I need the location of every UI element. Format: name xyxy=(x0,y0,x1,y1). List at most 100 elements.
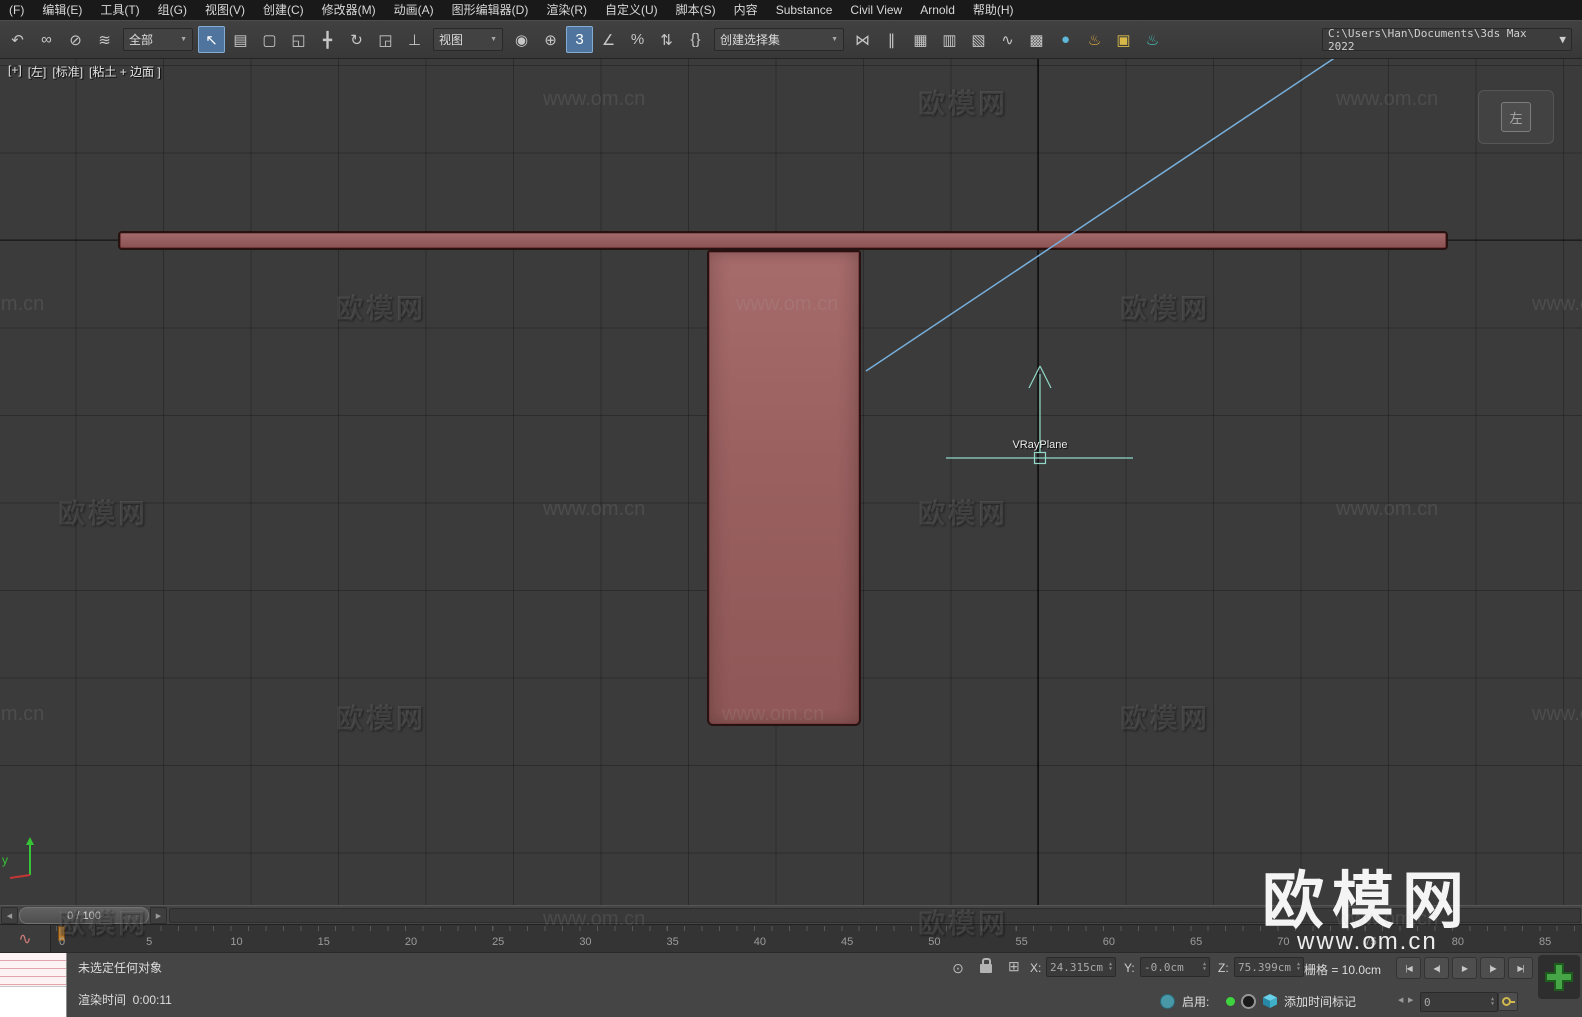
rendered-frame-icon[interactable]: ▣ xyxy=(1110,26,1137,53)
maxscript-mini-listener[interactable] xyxy=(0,953,67,1017)
menu-tools[interactable]: 工具(T) xyxy=(91,0,148,20)
time-slider[interactable]: ◀ 0 / 100 ▶ xyxy=(0,905,1582,925)
viewport[interactable]: VRayPlane [+][左][标准][粘土 + 边面 ] 左 y xyxy=(0,57,1582,905)
viewport-menu-standard[interactable]: [标准] xyxy=(52,63,83,80)
curve-editor-icon[interactable]: ∿ xyxy=(994,26,1021,53)
menu-graph-editors[interactable]: 图形编辑器(D) xyxy=(443,0,538,20)
track-bar[interactable]: ∿ 0510152025303540455055606570758085 xyxy=(0,924,1582,953)
menu-group[interactable]: 组(G) xyxy=(149,0,196,20)
indicator-ring-icon[interactable] xyxy=(1241,994,1256,1009)
window-crossing-icon[interactable]: ◱ xyxy=(285,26,312,53)
viewport-menu-view[interactable]: [左] xyxy=(28,63,47,80)
isolate-selection-icon[interactable]: ⊙ xyxy=(948,958,968,978)
track-tick-65: 65 xyxy=(1190,936,1202,948)
time-slider-handle[interactable]: 0 / 100 xyxy=(19,907,149,924)
z-coordinate-label: Z: xyxy=(1218,961,1229,975)
z-coordinate-field[interactable]: 75.399cm ▲▼ xyxy=(1234,957,1304,977)
menu-edit[interactable]: 编辑(E) xyxy=(33,0,91,20)
grid-setting-text: 栅格 = 10.0cm xyxy=(1304,961,1381,978)
unlink-selection-icon[interactable]: ⊘ xyxy=(62,26,89,53)
time-slider-prev-button[interactable]: ◀ xyxy=(1,907,18,924)
maxscript-macro-recorder[interactable] xyxy=(0,953,66,987)
viewport-menu-general[interactable]: [+] xyxy=(8,63,22,80)
select-and-manipulate-icon[interactable]: ⊕ xyxy=(537,26,564,53)
frame-spinner[interactable]: ▲▼ xyxy=(1491,997,1494,1007)
bind-to-space-warp-icon[interactable]: ≋ xyxy=(91,26,118,53)
menu-civil-view[interactable]: Civil View xyxy=(841,0,911,20)
rectangular-selection-icon[interactable]: ▢ xyxy=(256,26,283,53)
select-object-icon[interactable]: ↖ xyxy=(198,26,225,53)
render-production-icon[interactable]: ♨ xyxy=(1139,26,1166,53)
menu-substance[interactable]: Substance xyxy=(767,0,842,20)
menu-arnold[interactable]: Arnold xyxy=(911,0,964,20)
z-spinner[interactable]: ▲▼ xyxy=(1297,962,1300,972)
scene-explorer-icon[interactable]: ▦ xyxy=(907,26,934,53)
menu-modifiers[interactable]: 修改器(M) xyxy=(313,0,385,20)
menu-create[interactable]: 创建(C) xyxy=(254,0,313,20)
selection-lock-icon[interactable] xyxy=(980,964,992,973)
select-by-name-icon[interactable]: ▤ xyxy=(227,26,254,53)
mirror-icon[interactable]: ⋈ xyxy=(849,26,876,53)
y-coordinate-value: -0.0cm xyxy=(1144,961,1184,974)
menu-customize[interactable]: 自定义(U) xyxy=(596,0,667,20)
spinner-snap-icon[interactable]: ⇅ xyxy=(653,26,680,53)
green-plus-button[interactable] xyxy=(1538,955,1580,999)
select-and-scale-icon[interactable]: ◲ xyxy=(372,26,399,53)
time-slider-track[interactable] xyxy=(169,908,1581,923)
select-and-link-icon[interactable]: ∞ xyxy=(33,26,60,53)
selection-set-dropdown-label: 创建选择集 xyxy=(720,31,780,48)
selection-filter-dropdown[interactable]: 全部▼ xyxy=(123,28,193,51)
render-setup-icon[interactable]: ♨ xyxy=(1081,26,1108,53)
x-spinner[interactable]: ▲▼ xyxy=(1109,962,1112,972)
selection-status-text: 未选定任何对象 xyxy=(78,959,162,976)
layer-explorer-icon[interactable]: ▥ xyxy=(936,26,963,53)
coordinate-system-dropdown-label: 视图 xyxy=(439,31,463,48)
use-pivot-center-icon[interactable]: ◉ xyxy=(508,26,535,53)
key-mode-toggle-icon[interactable] xyxy=(1498,992,1518,1011)
menu-rendering[interactable]: 渲染(R) xyxy=(537,0,596,20)
absolute-mode-icon[interactable]: ⊞ xyxy=(1008,958,1020,975)
mini-curve-editor-button[interactable]: ∿ xyxy=(0,925,51,953)
time-slider-next-button[interactable]: ▶ xyxy=(150,907,167,924)
undo-icon[interactable]: ↶ xyxy=(4,26,31,53)
viewcube[interactable]: 左 xyxy=(1478,90,1554,144)
select-and-move-icon[interactable]: ╋ xyxy=(314,26,341,53)
frame-prev-arrow[interactable]: ◀ xyxy=(1398,996,1403,1004)
edit-selection-sets-icon[interactable]: {} xyxy=(682,26,709,53)
previous-frame-button[interactable]: ◀| xyxy=(1424,957,1449,979)
menu-scripting[interactable]: 脚本(S) xyxy=(667,0,725,20)
3ds-max-window: (F)编辑(E)工具(T)组(G)视图(V)创建(C)修改器(M)动画(A)图形… xyxy=(0,0,1582,1017)
angle-snap-icon[interactable]: ∠ xyxy=(595,26,622,53)
material-editor-icon[interactable]: ● xyxy=(1052,26,1079,53)
y-coordinate-field[interactable]: -0.0cm ▲▼ xyxy=(1140,957,1210,977)
menu-content[interactable]: 内容 xyxy=(725,0,767,20)
vrayplane-gizmo[interactable] xyxy=(0,57,1582,905)
time-tag-field[interactable]: 添加时间标记 xyxy=(1284,993,1356,1010)
y-spinner[interactable]: ▲▼ xyxy=(1203,962,1206,972)
percent-snap-icon[interactable]: % xyxy=(624,26,651,53)
schematic-view-icon[interactable]: ▩ xyxy=(1023,26,1050,53)
select-and-place-icon[interactable]: ⊥ xyxy=(401,26,428,53)
menu-animation[interactable]: 动画(A) xyxy=(385,0,443,20)
project-path-field[interactable]: C:\Users\Han\Documents\3ds Max 2022▼ xyxy=(1322,28,1572,51)
axis-x-line xyxy=(10,875,30,878)
go-to-end-button[interactable]: ▶| xyxy=(1508,957,1533,979)
select-and-rotate-icon[interactable]: ↻ xyxy=(343,26,370,53)
menu-help[interactable]: 帮助(H) xyxy=(964,0,1023,20)
ribbon-toggle-icon[interactable]: ▧ xyxy=(965,26,992,53)
coordinate-system-dropdown[interactable]: 视图▼ xyxy=(433,28,503,51)
go-to-start-button[interactable]: |◀ xyxy=(1396,957,1421,979)
frame-next-arrow[interactable]: ▶ xyxy=(1408,996,1413,1004)
viewcube-face-label[interactable]: 左 xyxy=(1501,102,1531,132)
scene-safety-icon[interactable] xyxy=(1160,994,1175,1009)
align-icon[interactable]: ∥ xyxy=(878,26,905,53)
current-frame-field[interactable]: 0 ▲▼ xyxy=(1420,992,1498,1012)
play-button[interactable]: ▶ xyxy=(1452,957,1477,979)
menu-views[interactable]: 视图(V) xyxy=(196,0,254,20)
viewport-menu-shading[interactable]: [粘土 + 边面 ] xyxy=(89,63,161,80)
x-coordinate-field[interactable]: 24.315cm ▲▼ xyxy=(1046,957,1116,977)
menu-file[interactable]: (F) xyxy=(0,0,33,20)
next-frame-button[interactable]: |▶ xyxy=(1480,957,1505,979)
selection-set-dropdown[interactable]: 创建选择集▼ xyxy=(714,28,844,51)
snaps-toggle-icon[interactable]: 3 xyxy=(566,26,593,53)
